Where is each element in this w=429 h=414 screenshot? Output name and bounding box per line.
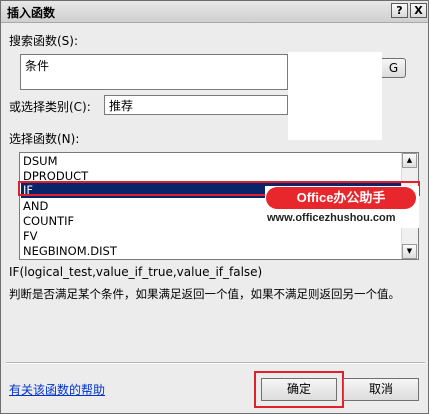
go-button[interactable]: G	[382, 58, 406, 78]
category-select[interactable]: 推荐	[104, 95, 288, 115]
insert-function-dialog: 插入函数 ? X 搜索函数(S): 条件 G 或选择类别(C): 推荐 选择函数…	[0, 0, 429, 414]
category-label: 或选择类别(C):	[9, 100, 91, 114]
function-description: 判断是否满足某个条件，如果满足返回一个值，如果不满足则返回另一个值。	[9, 287, 400, 301]
watermark-badge: Office办公助手	[266, 187, 416, 209]
watermark-url: www.officezhushou.com	[267, 212, 396, 224]
function-item[interactable]: FV	[21, 229, 403, 244]
redaction-patch	[288, 52, 382, 140]
cancel-button[interactable]: 取消	[343, 378, 419, 401]
title-bar: 插入函数 ? X	[1, 1, 428, 23]
function-help-link[interactable]: 有关该函数的帮助	[9, 381, 105, 398]
close-button[interactable]: X	[410, 3, 427, 18]
function-syntax: IF(logical_test,value_if_true,value_if_f…	[9, 265, 263, 279]
search-label: 搜索函数(S):	[9, 34, 79, 48]
ok-highlight-box	[254, 371, 344, 408]
dialog-title: 插入函数	[7, 6, 56, 20]
help-question-button[interactable]: ?	[391, 3, 408, 18]
watermark: Office办公助手 www.officezhushou.com	[265, 186, 419, 228]
scroll-down-arrow-icon[interactable]: ▼	[402, 244, 417, 259]
search-input[interactable]: 条件	[20, 54, 288, 90]
divider	[6, 362, 425, 364]
function-item[interactable]: DSUM	[21, 154, 403, 169]
function-list-label: 选择函数(N):	[9, 132, 80, 146]
function-item[interactable]: NEGBINOM.DIST	[21, 244, 403, 259]
scroll-up-arrow-icon[interactable]: ▲	[402, 153, 417, 168]
